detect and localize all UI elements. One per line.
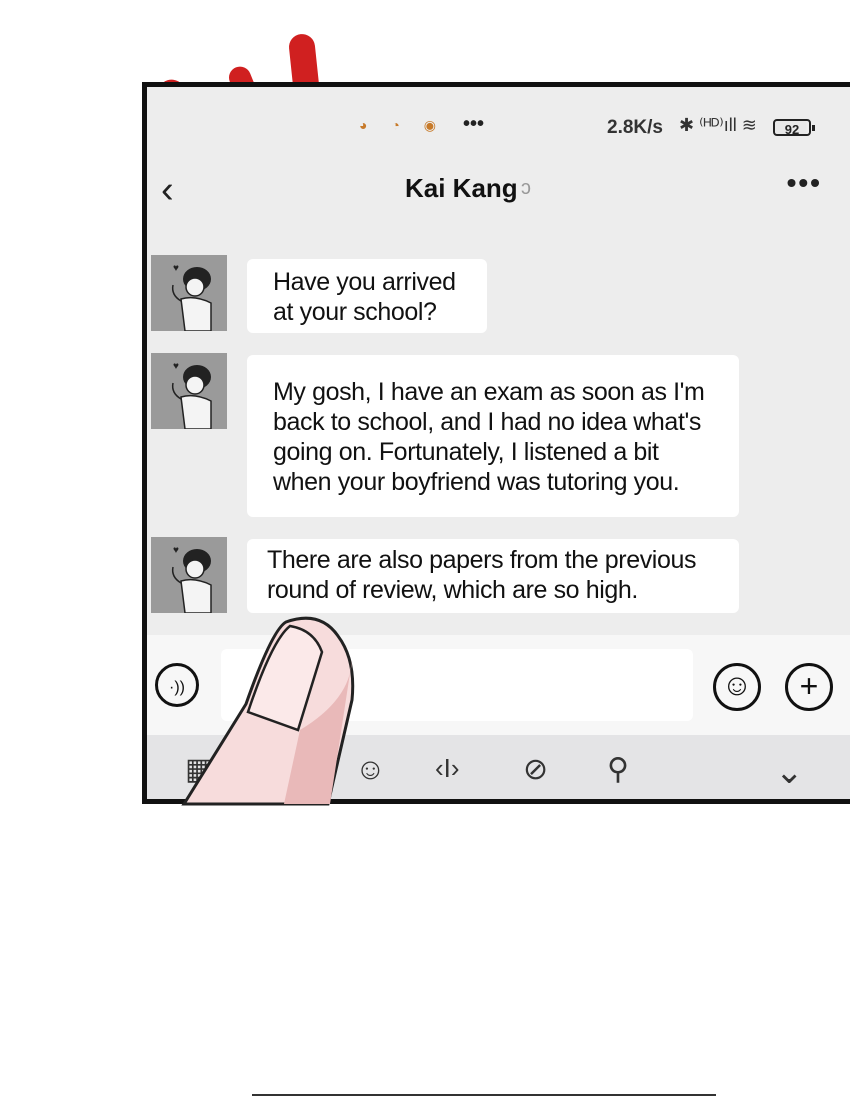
plus-icon: + <box>799 668 819 704</box>
notification-icons: ◕ ◔ ◉ <box>359 117 446 133</box>
back-icon[interactable]: ‹ <box>161 171 174 209</box>
avatar[interactable]: ♥ <box>151 255 227 331</box>
avatar[interactable]: ♥ <box>151 353 227 429</box>
battery-icon: 92 <box>773 119 815 137</box>
message-text: There are also papers from the previous … <box>267 546 697 604</box>
battery-level: 92 <box>784 122 800 137</box>
divider-line <box>252 1094 716 1096</box>
search-icon[interactable]: ⚲ <box>607 755 629 785</box>
ear-icon: ↄ <box>521 177 531 199</box>
network-speed: 2.8K/s <box>607 117 663 138</box>
svg-text:♥: ♥ <box>173 263 179 274</box>
message-bubble[interactable]: My gosh, I have an exam as soon as I'm b… <box>247 355 739 517</box>
svg-text:♥: ♥ <box>173 361 179 372</box>
svg-text:♥: ♥ <box>173 545 179 556</box>
signal-icons: ✱ ⁽ᴴᴰ⁾ıll ≋ <box>679 115 757 135</box>
collapse-keyboard-icon[interactable]: ⌄ <box>775 755 804 789</box>
status-bar: ◕ ◔ ◉ ••• 2.8K/s ✱ ⁽ᴴᴰ⁾ıll ≋ 92 <box>147 87 850 167</box>
cursor-icon[interactable]: ‹I› <box>435 755 460 781</box>
avatar-drawing-icon: ♥ <box>171 361 212 429</box>
more-options-icon[interactable]: ••• <box>787 167 822 199</box>
status-more-icon: ••• <box>463 113 485 135</box>
attach-plus-button[interactable]: + <box>785 663 833 711</box>
avatar-drawing-icon: ♥ <box>171 263 212 331</box>
chat-header: ‹ Kai Kang ↄ ••• <box>147 167 850 217</box>
message-text: Have you arrived at your school? <box>273 268 456 326</box>
smiley-icon: ☺ <box>721 669 753 702</box>
link-icon[interactable]: ⊘ <box>523 755 548 785</box>
finger-illustration <box>181 616 355 806</box>
emoji-button[interactable]: ☺ <box>713 663 761 711</box>
chat-title: Kai Kang <box>405 173 518 203</box>
message-text: My gosh, I have an exam as soon as I'm b… <box>273 378 705 496</box>
message-bubble[interactable]: Have you arrived at your school? <box>247 259 487 333</box>
